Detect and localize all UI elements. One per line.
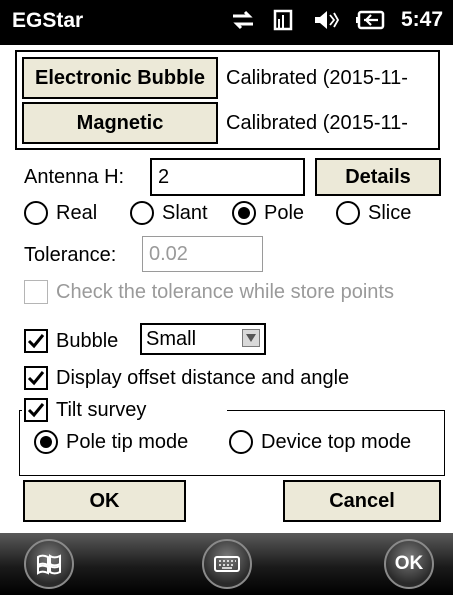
bubble-check-box[interactable] [24,329,48,353]
radio-slice-indicator[interactable] [336,201,360,225]
app-title: EGStar [12,9,84,32]
tilt-survey-box[interactable] [24,398,48,422]
tilt-survey-checkbox[interactable]: Tilt survey [24,398,146,422]
check-tolerance-checkbox[interactable]: Check the tolerance while store points [24,280,394,304]
check-tolerance-label: Check the tolerance while store points [56,280,394,303]
antenna-height-input[interactable]: 2 [150,158,305,196]
ok-button[interactable]: OK [23,480,186,522]
keyboard-icon[interactable] [202,539,252,589]
antenna-height-label: Antenna H: [24,166,125,188]
radio-real-indicator[interactable] [24,201,48,225]
taskbar-ok-button[interactable]: OK [384,539,434,589]
radio-device-top-mode[interactable]: Device top mode [229,430,411,454]
radio-pole-indicator[interactable] [232,201,256,225]
status-bar: EGStar 5:47 [0,0,453,45]
radio-pole-tip-label: Pole tip mode [66,430,189,453]
radio-device-top-label: Device top mode [261,430,412,453]
magnetic-status: Calibrated (2015-11- [226,112,408,134]
cancel-button[interactable]: Cancel [283,480,441,522]
tolerance-label: Tolerance: [24,244,117,266]
taskbar: OK [0,533,453,595]
checkmark-icon [27,334,45,349]
checkmark-icon [27,371,45,386]
bubble-checkbox[interactable]: Bubble [24,329,118,353]
connectivity-icon[interactable] [229,9,257,31]
volume-icon[interactable] [313,9,339,31]
bubble-label: Bubble [56,329,119,352]
radio-slice-label: Slice [368,201,412,224]
radio-pole-tip-mode[interactable]: Pole tip mode [34,430,188,454]
magnetic-button[interactable]: Magnetic [22,102,218,144]
signal-icon[interactable] [273,9,297,31]
electronic-bubble-status: Calibrated (2015-11- [226,67,408,89]
radio-real[interactable]: Real [24,201,97,225]
status-icons: 5:47 [229,8,443,32]
radio-slice[interactable]: Slice [336,201,411,225]
battery-icon[interactable] [355,9,385,31]
windows-start-icon[interactable] [24,539,74,589]
tolerance-input[interactable]: 0.02 [142,236,263,272]
display-offset-label: Display offset distance and angle [56,366,350,389]
bubble-size-select[interactable]: Small [140,323,266,355]
radio-real-label: Real [56,201,98,224]
radio-slant[interactable]: Slant [130,201,208,225]
clock[interactable]: 5:47 [401,8,443,32]
radio-slant-label: Slant [162,201,208,224]
check-tolerance-box[interactable] [24,280,48,304]
radio-pole[interactable]: Pole [232,201,304,225]
radio-slant-indicator[interactable] [130,201,154,225]
bubble-size-value: Small [146,327,197,350]
chevron-down-icon[interactable] [242,329,260,347]
radio-pole-tip-indicator[interactable] [34,430,58,454]
display-offset-box[interactable] [24,366,48,390]
electronic-bubble-button[interactable]: Electronic Bubble [22,57,218,99]
details-button[interactable]: Details [315,158,441,196]
tilt-survey-label: Tilt survey [56,398,147,421]
checkmark-icon [27,403,45,418]
radio-pole-label: Pole [264,201,305,224]
display-offset-checkbox[interactable]: Display offset distance and angle [24,366,349,390]
radio-device-top-indicator[interactable] [229,430,253,454]
